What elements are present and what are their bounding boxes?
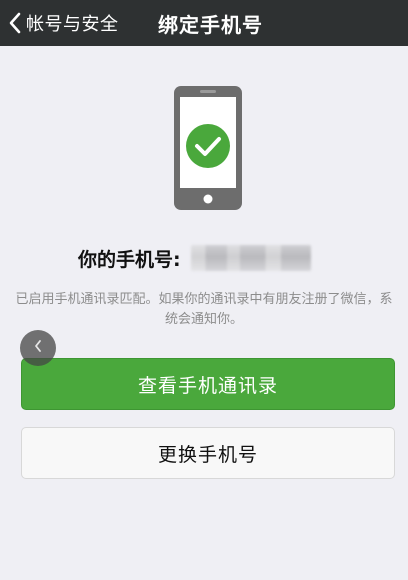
- navigation-bar: 帐号与安全 绑定手机号: [0, 0, 408, 46]
- view-contacts-button[interactable]: 查看手机通讯录: [21, 358, 395, 410]
- page-title: 绑定手机号: [158, 12, 263, 37]
- contacts-match-info: 已启用手机通讯录匹配。如果你的通讯录中有朋友注册了微信，系统会通知你。: [15, 292, 393, 327]
- back-button[interactable]: 帐号与安全: [8, 0, 119, 46]
- chevron-left-icon: [8, 12, 22, 34]
- change-phone-button[interactable]: 更换手机号: [21, 427, 395, 479]
- back-label: 帐号与安全: [26, 14, 119, 35]
- phone-number-row: 你的手机号:: [78, 244, 311, 272]
- phone-check-icon: [172, 84, 244, 212]
- floating-back-button[interactable]: [20, 330, 56, 366]
- phone-label: 你的手机号:: [78, 248, 181, 271]
- chevron-left-icon: [32, 338, 44, 358]
- masked-phone-number: [190, 245, 311, 271]
